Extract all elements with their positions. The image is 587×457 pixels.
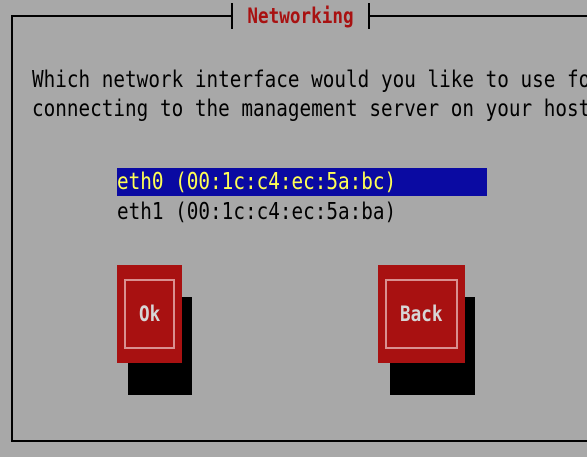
title-bracket-left bbox=[231, 3, 233, 29]
dialog-border-bottom bbox=[11, 440, 587, 442]
interface-item-eth0[interactable]: eth0 (00:1c:c4:ec:5a:bc) bbox=[117, 168, 487, 196]
dialog-border-top-right bbox=[368, 15, 587, 17]
question-text: Which network interface would you like t… bbox=[32, 66, 587, 124]
interface-item-eth1[interactable]: eth1 (00:1c:c4:ec:5a:ba) bbox=[117, 198, 487, 226]
ok-button-label: Ok bbox=[138, 302, 161, 326]
interface-item-label: eth0 (00:1c:c4:ec:5a:bc) bbox=[117, 169, 397, 195]
dialog-border-top-left bbox=[11, 15, 233, 17]
dialog-title: Networking bbox=[247, 4, 354, 28]
question-line-1: Which network interface would you like t… bbox=[32, 67, 587, 93]
back-button-label: Back bbox=[400, 302, 443, 326]
interface-list[interactable]: eth0 (00:1c:c4:ec:5a:bc) eth1 (00:1c:c4:… bbox=[117, 168, 487, 226]
question-line-2: connecting to the management server on y… bbox=[32, 96, 587, 122]
ok-button[interactable]: Ok bbox=[117, 265, 182, 363]
title-bracket-right bbox=[368, 3, 370, 29]
dialog-border-left bbox=[11, 15, 13, 442]
networking-dialog: Networking Which network interface would… bbox=[0, 0, 587, 457]
interface-item-label: eth1 (00:1c:c4:ec:5a:ba) bbox=[117, 199, 397, 225]
back-button[interactable]: Back bbox=[378, 265, 465, 363]
